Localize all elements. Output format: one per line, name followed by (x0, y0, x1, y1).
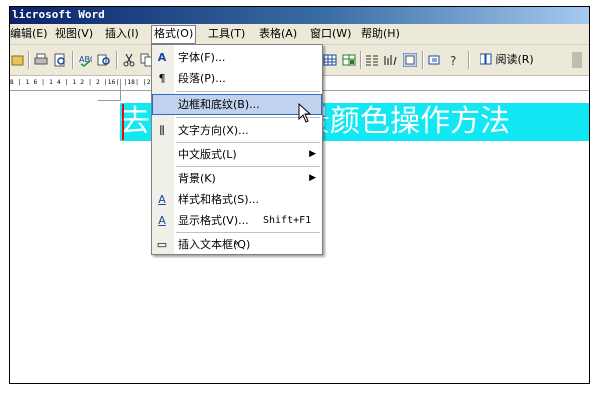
word-window: licrosoft Word 编辑(E) 视图(V) 插入(I) 格式(O) 工… (9, 6, 590, 384)
menu-help[interactable]: 帮助(H) (359, 26, 402, 42)
document-map-icon[interactable] (402, 52, 418, 68)
menu-separator (176, 142, 320, 143)
book-icon (479, 53, 492, 65)
menu-item-label: 字体(F)... (178, 51, 226, 64)
toolbar-separator (116, 51, 118, 69)
toolbar-separator (72, 51, 74, 69)
menu-separator (176, 232, 320, 233)
menu-view[interactable]: 视图(V) (53, 26, 95, 42)
menu-separator (176, 91, 320, 92)
menu-item-label: 样式和格式(S)... (178, 193, 260, 206)
title-bar: licrosoft Word (10, 7, 589, 24)
menu-item-label: 边框和底纹(B)... (178, 98, 260, 111)
columns-icon[interactable] (364, 52, 380, 68)
menu-item-chinese-layout[interactable]: 中文版式(L) ▶ (152, 144, 322, 165)
menu-item-background[interactable]: 背景(K) ▶ (152, 168, 322, 189)
spelling-icon[interactable]: ABC (77, 52, 93, 68)
show-hide-icon[interactable] (427, 52, 443, 68)
format-menu-dropdown: A 字体(F)... ¶ 段落(P)... 边框和底纹(B)... ⫼ 文字方向… (151, 44, 323, 255)
menu-item-paragraph[interactable]: ¶ 段落(P)... (152, 68, 322, 89)
toolbar-separator (28, 51, 30, 69)
print-preview-icon[interactable] (52, 52, 68, 68)
research-icon[interactable] (96, 52, 112, 68)
mouse-pointer-icon (298, 103, 312, 123)
expand-menu-icon[interactable]: » (151, 236, 321, 252)
drawing-icon[interactable] (382, 52, 398, 68)
menu-tools[interactable]: 工具(T) (206, 26, 247, 42)
read-button-label: 阅读(R) (495, 53, 534, 66)
open-icon[interactable] (10, 52, 26, 68)
submenu-arrow-icon: ▶ (309, 149, 316, 159)
menu-item-reveal-formatting[interactable]: A 显示格式(V)... Shift+F1 (152, 210, 322, 231)
menu-item-label: 文字方向(X)... (178, 124, 249, 137)
print-icon[interactable] (33, 52, 49, 68)
menu-edit[interactable]: 编辑(E) (10, 26, 50, 42)
help-icon[interactable]: ? (447, 52, 463, 68)
cut-icon[interactable] (121, 52, 137, 68)
toolbar-separator (422, 51, 424, 69)
text-direction-icon: ⫼ (159, 124, 165, 137)
svg-text:?: ? (450, 54, 456, 67)
menu-bar: 编辑(E) 视图(V) 插入(I) 格式(O) 工具(T) 表格(A) 窗口(W… (10, 24, 589, 45)
toolbar-separator (360, 51, 362, 69)
paragraph-icon: ¶ (158, 72, 166, 85)
read-button[interactable]: 阅读(R) (479, 52, 534, 68)
font-icon: A (157, 51, 167, 64)
toolbar-options-icon[interactable] (572, 52, 582, 68)
menu-table[interactable]: 表格(A) (257, 26, 299, 42)
text-cursor (122, 104, 124, 140)
menu-item-font[interactable]: A 字体(F)... (152, 47, 322, 68)
insert-excel-icon[interactable] (341, 52, 357, 68)
menu-separator (176, 166, 320, 167)
margin-mark (98, 100, 120, 101)
menu-item-label: 中文版式(L) (178, 148, 237, 161)
menu-item-styles-formatting[interactable]: A 样式和格式(S)... (152, 189, 322, 210)
reveal-formatting-icon: A (158, 214, 166, 227)
menu-item-label: 段落(P)... (178, 72, 226, 85)
toolbar-separator (468, 51, 470, 69)
menu-item-label: 显示格式(V)... (178, 214, 249, 227)
menu-format[interactable]: 格式(O) (151, 25, 197, 44)
margin-mark (120, 79, 121, 101)
menu-item-shortcut: Shift+F1 (263, 215, 312, 226)
menu-item-borders-shading[interactable]: 边框和底纹(B)... (152, 94, 322, 115)
menu-insert[interactable]: 插入(I) (103, 26, 141, 42)
insert-table-icon[interactable] (322, 52, 338, 68)
svg-text:ABC: ABC (79, 55, 92, 64)
submenu-arrow-icon: ▶ (309, 173, 316, 183)
menu-item-label: 背景(K) (178, 172, 216, 185)
window-title: licrosoft Word (12, 8, 105, 21)
styles-icon: A (158, 193, 166, 206)
menu-item-text-direction[interactable]: ⫼ 文字方向(X)... (152, 120, 322, 141)
menu-window[interactable]: 窗口(W) (308, 26, 353, 42)
